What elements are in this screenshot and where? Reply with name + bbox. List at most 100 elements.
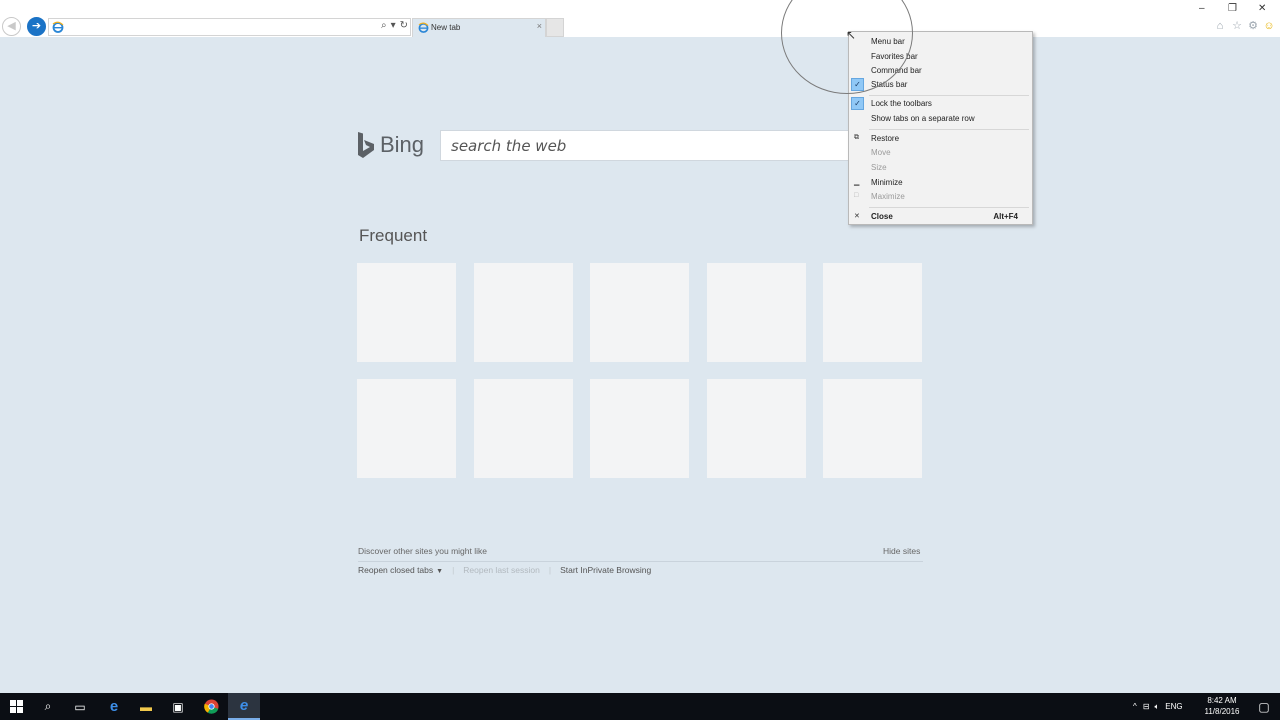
system-tray: ^ ⊟ 🔈︎ ENG bbox=[1133, 693, 1183, 720]
file-explorer-app-button[interactable]: ▬ bbox=[130, 693, 162, 720]
close-window-button[interactable]: ✕ bbox=[1258, 3, 1266, 14]
store-icon: ▣ bbox=[172, 699, 184, 714]
frequent-tile[interactable] bbox=[590, 379, 689, 478]
back-arrow-icon: ◀ bbox=[7, 20, 16, 32]
task-view-button[interactable]: ▭ bbox=[64, 693, 96, 720]
show-hidden-icons-icon[interactable]: ^ bbox=[1133, 702, 1137, 711]
menu-item-shortcut: Alt+F4 bbox=[993, 212, 1018, 221]
reopen-closed-tabs-label: Reopen closed tabs bbox=[358, 565, 434, 575]
home-icon[interactable]: ⌂ bbox=[1214, 20, 1226, 32]
chrome-app-button[interactable] bbox=[195, 693, 227, 720]
frequent-tile[interactable] bbox=[590, 263, 689, 362]
menu-item-label: Show tabs on a separate row bbox=[871, 114, 975, 123]
network-icon[interactable]: ⊟ bbox=[1143, 702, 1150, 711]
bing-wordmark: Bing bbox=[380, 132, 425, 157]
menu-separator bbox=[869, 129, 1029, 130]
menu-item-restore[interactable]: ⧉ Restore bbox=[849, 132, 1032, 146]
close-glyph-icon: ✕ bbox=[854, 213, 860, 220]
taskbar-clock[interactable]: 8:42 AM 11/8/2016 bbox=[1200, 695, 1244, 717]
internet-explorer-app-button[interactable]: e bbox=[228, 693, 260, 720]
tools-gear-icon[interactable]: ⚙ bbox=[1247, 20, 1259, 32]
reopen-closed-tabs-link[interactable]: Reopen closed tabs ▼ bbox=[358, 565, 443, 575]
store-app-button[interactable]: ▣ bbox=[162, 693, 194, 720]
internet-explorer-icon: e bbox=[239, 697, 249, 714]
new-tab-button[interactable] bbox=[546, 18, 564, 37]
bing-search-box[interactable] bbox=[440, 130, 850, 161]
menu-item-maximize: □ Maximize bbox=[849, 190, 1032, 204]
forward-arrow-icon: ➔ bbox=[31, 20, 42, 32]
address-bar[interactable]: ⌕ ▾ ↻ bbox=[48, 18, 411, 36]
footer-divider bbox=[358, 561, 923, 562]
frequent-heading: Frequent bbox=[359, 226, 428, 245]
minimize-window-button[interactable]: – bbox=[1199, 3, 1205, 14]
tab-label: New tab bbox=[431, 23, 461, 32]
restore-glyph-icon: ⧉ bbox=[854, 134, 859, 141]
windows-taskbar: ⌕ ▭ e ▬ ▣ e ^ ⊟ 🔈︎ ENG 8:42 AM 11/8/2016… bbox=[0, 693, 1280, 720]
language-indicator[interactable]: ENG bbox=[1165, 702, 1182, 711]
favorites-star-icon[interactable]: ☆ bbox=[1231, 20, 1243, 32]
frequent-tile[interactable] bbox=[823, 379, 922, 478]
taskbar-search-button[interactable]: ⌕ bbox=[32, 693, 64, 720]
file-explorer-icon: ▬ bbox=[140, 699, 152, 714]
menu-item-label: Size bbox=[871, 163, 887, 172]
checkmark-icon: ✓ bbox=[851, 97, 864, 110]
frequent-tile[interactable] bbox=[357, 379, 456, 478]
frequent-tile[interactable] bbox=[473, 379, 573, 478]
edge-icon: e bbox=[109, 698, 119, 715]
notification-icon: ▢ bbox=[1258, 699, 1270, 714]
address-tools: ⌕ ▾ ↻ bbox=[381, 20, 408, 31]
menu-item-lock-toolbars[interactable]: ✓ Lock the toolbars bbox=[849, 97, 1032, 111]
tab-new-tab[interactable]: New tab × bbox=[412, 18, 546, 37]
forward-button[interactable]: ➔ bbox=[27, 17, 46, 36]
start-icon bbox=[9, 700, 23, 713]
menu-item-label: Lock the toolbars bbox=[871, 99, 932, 108]
maximize-glyph-icon: □ bbox=[854, 192, 859, 199]
caret-down-icon: ▼ bbox=[436, 568, 444, 575]
smiley-feedback-icon[interactable]: ☺ bbox=[1263, 20, 1275, 32]
menu-item-label: Restore bbox=[871, 134, 900, 143]
footer-links: Reopen closed tabs ▼ | Reopen last sessio… bbox=[358, 565, 651, 575]
menu-item-minimize[interactable]: ▁ Minimize bbox=[849, 176, 1032, 190]
discover-sites-link[interactable]: Discover other sites you might like bbox=[358, 546, 487, 556]
hide-sites-link[interactable]: Hide sites bbox=[883, 546, 920, 556]
bing-logo: Bing bbox=[356, 131, 424, 159]
menu-item-label: Move bbox=[871, 148, 891, 157]
mouse-cursor-icon: ↖ bbox=[846, 28, 857, 42]
search-icon: ⌕ bbox=[44, 699, 52, 713]
clock-date: 11/8/2016 bbox=[1204, 707, 1240, 716]
menu-item-label: Maximize bbox=[871, 192, 905, 201]
refresh-icon[interactable]: ↻ bbox=[400, 20, 408, 31]
reopen-last-session-link: Reopen last session bbox=[463, 565, 540, 575]
frequent-tile[interactable] bbox=[473, 263, 573, 362]
back-button[interactable]: ◀ bbox=[2, 17, 21, 36]
separator: | bbox=[548, 565, 552, 575]
menu-item-show-tabs-separate-row[interactable]: Show tabs on a separate row bbox=[849, 112, 1032, 126]
action-center-button[interactable]: ▢ bbox=[1248, 693, 1280, 720]
search-icon[interactable]: ⌕ bbox=[381, 20, 387, 31]
menu-item-move: Move bbox=[849, 146, 1032, 160]
ie-favicon-icon bbox=[52, 21, 64, 33]
restore-window-button[interactable]: ❐ bbox=[1228, 3, 1237, 14]
menu-item-size: Size bbox=[849, 161, 1032, 175]
menu-separator bbox=[869, 207, 1029, 208]
ie-tab-icon bbox=[418, 22, 429, 33]
minimize-glyph-icon: ▁ bbox=[854, 179, 860, 186]
frequent-tile[interactable] bbox=[357, 263, 456, 362]
frequent-tile[interactable] bbox=[706, 263, 806, 362]
volume-icon[interactable]: 🔈︎ bbox=[1154, 702, 1159, 712]
edge-app-button[interactable]: e bbox=[98, 693, 130, 720]
menu-item-close[interactable]: ✕ Close Alt+F4 bbox=[849, 210, 1032, 224]
frequent-tile[interactable] bbox=[823, 263, 922, 362]
tab-close-icon[interactable]: × bbox=[537, 21, 542, 31]
chrome-icon bbox=[203, 699, 219, 714]
browser-chrome: ◀ ➔ ⌕ ▾ ↻ New tab × – ❐ ✕ ⌂ ☆ ⚙ ☺ bbox=[0, 0, 1280, 37]
start-inprivate-link[interactable]: Start InPrivate Browsing bbox=[560, 565, 651, 575]
clock-time: 8:42 AM bbox=[1207, 696, 1237, 705]
task-view-icon: ▭ bbox=[74, 699, 86, 714]
separator: | bbox=[452, 565, 455, 575]
dropdown-icon[interactable]: ▾ bbox=[391, 20, 396, 31]
bing-b-icon bbox=[358, 132, 374, 158]
frequent-tile[interactable] bbox=[706, 379, 806, 478]
start-button[interactable] bbox=[0, 693, 32, 720]
bing-search-input[interactable] bbox=[441, 131, 849, 160]
